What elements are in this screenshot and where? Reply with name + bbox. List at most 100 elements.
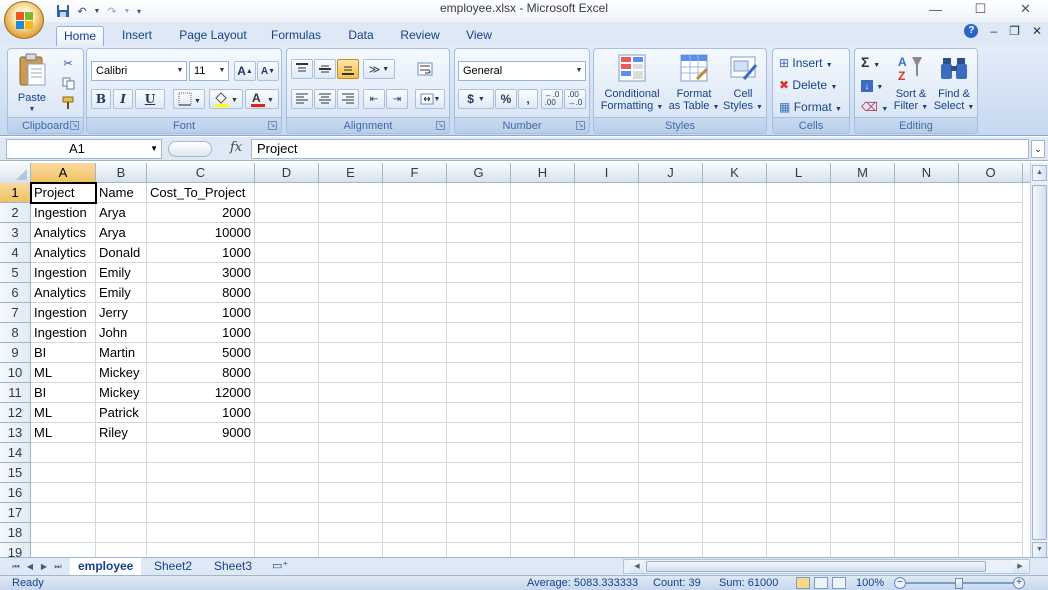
worksheet-grid[interactable]: ABCDEFGHIJKLMNO 1 2 3 4 5 6 7 8 9 10 11 12 13 14 15 16 1… bbox=[0, 163, 1030, 557]
cell-n6[interactable] bbox=[895, 283, 959, 303]
insert-cells-button[interactable]: ⊞ Insert ▼ bbox=[779, 56, 833, 73]
cell-e2[interactable] bbox=[319, 203, 383, 223]
column-header-f[interactable]: F bbox=[383, 163, 447, 183]
cell-f12[interactable] bbox=[383, 403, 447, 423]
cell-l7[interactable] bbox=[767, 303, 831, 323]
comma-button[interactable]: , bbox=[518, 89, 538, 109]
column-header-b[interactable]: B bbox=[96, 163, 147, 183]
cell-n2[interactable] bbox=[895, 203, 959, 223]
column-header-i[interactable]: I bbox=[575, 163, 639, 183]
cell-i5[interactable] bbox=[575, 263, 639, 283]
cell-a5[interactable]: Ingestion bbox=[31, 263, 96, 283]
insert-sheet-icon[interactable]: ▭⁺ bbox=[264, 558, 296, 575]
cell-o9[interactable] bbox=[959, 343, 1023, 363]
cell-a1[interactable]: Project bbox=[31, 183, 96, 203]
cell-d5[interactable] bbox=[255, 263, 319, 283]
cell-g5[interactable] bbox=[447, 263, 511, 283]
cell-k8[interactable] bbox=[703, 323, 767, 343]
cell-h2[interactable] bbox=[511, 203, 575, 223]
grow-font-button[interactable]: A ▲ bbox=[234, 61, 256, 81]
ribbon-minimize-icon[interactable]: – bbox=[990, 24, 997, 38]
cell-b4[interactable]: Donald bbox=[96, 243, 147, 263]
cell-l1[interactable] bbox=[767, 183, 831, 203]
cell-i10[interactable] bbox=[575, 363, 639, 383]
cell-m18[interactable] bbox=[831, 523, 895, 543]
cell-f2[interactable] bbox=[383, 203, 447, 223]
cell-b15[interactable] bbox=[96, 463, 147, 483]
cell-b11[interactable]: Mickey bbox=[96, 383, 147, 403]
cell-j18[interactable] bbox=[639, 523, 703, 543]
cell-j17[interactable] bbox=[639, 503, 703, 523]
cell-o2[interactable] bbox=[959, 203, 1023, 223]
cell-f8[interactable] bbox=[383, 323, 447, 343]
cell-k12[interactable] bbox=[703, 403, 767, 423]
format-painter-icon[interactable] bbox=[60, 95, 76, 111]
cell-i4[interactable] bbox=[575, 243, 639, 263]
horizontal-scroll-thumb[interactable] bbox=[646, 561, 986, 572]
cell-n5[interactable] bbox=[895, 263, 959, 283]
cell-e10[interactable] bbox=[319, 363, 383, 383]
cell-e17[interactable] bbox=[319, 503, 383, 523]
cell-j16[interactable] bbox=[639, 483, 703, 503]
cell-g2[interactable] bbox=[447, 203, 511, 223]
cell-e8[interactable] bbox=[319, 323, 383, 343]
cell-j12[interactable] bbox=[639, 403, 703, 423]
cell-m19[interactable] bbox=[831, 543, 895, 557]
cell-e19[interactable] bbox=[319, 543, 383, 557]
cell-k2[interactable] bbox=[703, 203, 767, 223]
cell-d9[interactable] bbox=[255, 343, 319, 363]
cell-c12[interactable]: 1000 bbox=[147, 403, 255, 423]
fill-color-button[interactable]: ▼ bbox=[209, 89, 243, 109]
cell-m15[interactable] bbox=[831, 463, 895, 483]
row-header-11[interactable]: 11 bbox=[0, 383, 31, 403]
cell-j4[interactable] bbox=[639, 243, 703, 263]
row-header-14[interactable]: 14 bbox=[0, 443, 31, 463]
cell-h5[interactable] bbox=[511, 263, 575, 283]
cell-f17[interactable] bbox=[383, 503, 447, 523]
sheet-tab-employee[interactable]: employee bbox=[70, 558, 142, 575]
row-header-9[interactable]: 9 bbox=[0, 343, 31, 363]
formula-bar-splitter[interactable] bbox=[168, 141, 212, 157]
cell-d17[interactable] bbox=[255, 503, 319, 523]
cell-d3[interactable] bbox=[255, 223, 319, 243]
page-layout-view-icon[interactable] bbox=[814, 577, 828, 589]
cell-m14[interactable] bbox=[831, 443, 895, 463]
cell-g4[interactable] bbox=[447, 243, 511, 263]
cell-j5[interactable] bbox=[639, 263, 703, 283]
cell-i16[interactable] bbox=[575, 483, 639, 503]
cell-k17[interactable] bbox=[703, 503, 767, 523]
cell-g18[interactable] bbox=[447, 523, 511, 543]
cell-a7[interactable]: Ingestion bbox=[31, 303, 96, 323]
cell-i7[interactable] bbox=[575, 303, 639, 323]
cell-o17[interactable] bbox=[959, 503, 1023, 523]
shrink-font-button[interactable]: A ▼ bbox=[257, 61, 279, 81]
zoom-out-icon[interactable]: − bbox=[894, 577, 906, 589]
cell-m7[interactable] bbox=[831, 303, 895, 323]
row-header-6[interactable]: 6 bbox=[0, 283, 31, 303]
cell-b16[interactable] bbox=[96, 483, 147, 503]
cell-n14[interactable] bbox=[895, 443, 959, 463]
cell-h15[interactable] bbox=[511, 463, 575, 483]
cell-m11[interactable] bbox=[831, 383, 895, 403]
row-header-2[interactable]: 2 bbox=[0, 203, 31, 223]
cell-o3[interactable] bbox=[959, 223, 1023, 243]
next-sheet-icon[interactable]: ▶ bbox=[38, 560, 50, 573]
sheet-tab-sheet2[interactable]: Sheet2 bbox=[146, 558, 200, 575]
row-header-17[interactable]: 17 bbox=[0, 503, 31, 523]
cell-n13[interactable] bbox=[895, 423, 959, 443]
cell-b2[interactable]: Arya bbox=[96, 203, 147, 223]
paste-button[interactable]: Paste ▼ bbox=[12, 53, 52, 116]
cell-d14[interactable] bbox=[255, 443, 319, 463]
row-header-15[interactable]: 15 bbox=[0, 463, 31, 483]
cell-c13[interactable]: 9000 bbox=[147, 423, 255, 443]
cell-d19[interactable] bbox=[255, 543, 319, 557]
cell-o8[interactable] bbox=[959, 323, 1023, 343]
cell-a12[interactable]: ML bbox=[31, 403, 96, 423]
cell-o16[interactable] bbox=[959, 483, 1023, 503]
cell-k9[interactable] bbox=[703, 343, 767, 363]
row-header-18[interactable]: 18 bbox=[0, 523, 31, 543]
cell-f13[interactable] bbox=[383, 423, 447, 443]
cell-d8[interactable] bbox=[255, 323, 319, 343]
tab-review[interactable]: Review bbox=[394, 26, 446, 46]
cell-n7[interactable] bbox=[895, 303, 959, 323]
